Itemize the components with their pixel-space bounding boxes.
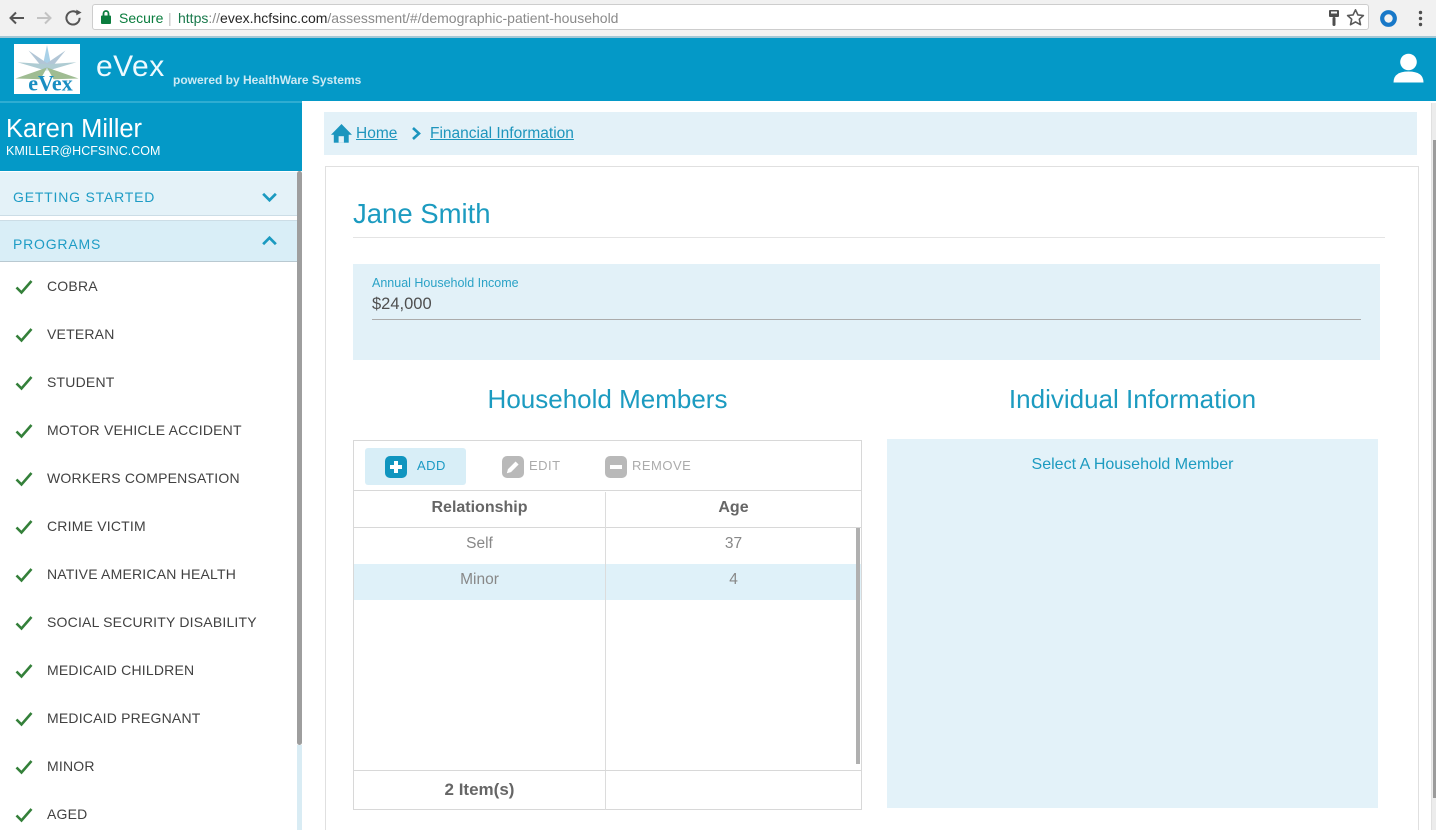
svg-text:eVex: eVex — [28, 71, 72, 95]
